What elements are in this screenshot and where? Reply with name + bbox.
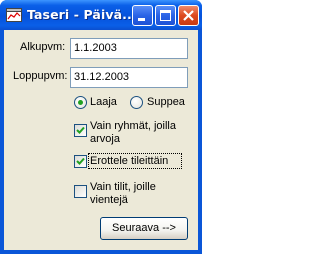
radio-suppea-label[interactable]: Suppea [147,96,185,108]
checkmark-icon [76,126,85,134]
checkbox-label[interactable]: Erottele tileittäin [90,155,168,167]
minimize-button[interactable] [132,5,153,26]
start-date-input[interactable]: 1.1.2003 [70,38,188,59]
dialog-window: Taseri - Päivä... Alkupvm: 1.1.2003 Lopp… [0,0,202,254]
chart-app-icon [6,8,22,22]
radio-suppea[interactable] [130,96,143,109]
close-icon [183,10,194,21]
window-title: Taseri - Päivä... [27,7,137,22]
checkbox-label-line1[interactable]: Vain tilit, joille [90,181,156,193]
next-button[interactable]: Seuraava --> [100,217,188,240]
checkmark-icon [76,157,85,165]
radio-laaja[interactable] [74,96,87,109]
checkbox-label-line2[interactable]: arvoja [90,133,120,145]
maximize-icon [160,10,171,21]
checkbox-only-groups-with-values[interactable] [74,124,87,137]
maximize-button[interactable] [155,5,176,26]
close-button[interactable] [178,5,199,26]
minimize-icon [138,18,145,21]
start-date-label: Alkupvm: [20,41,66,53]
checkbox-label-line1[interactable]: Vain ryhmät, joilla [90,120,176,132]
checkbox-label-line2[interactable]: vientejä [90,194,128,206]
end-date-label: Loppupvm: [13,70,68,82]
dialog-client-area: Alkupvm: 1.1.2003 Loppupvm: 31.12.2003 L… [4,30,198,250]
end-date-input[interactable]: 31.12.2003 [70,67,188,88]
radio-selected-dot [78,100,83,105]
radio-laaja-label[interactable]: Laaja [90,96,117,108]
checkbox-separate-by-account[interactable] [74,155,87,168]
checkbox-only-accounts-with-entries[interactable] [74,185,87,198]
title-bar[interactable]: Taseri - Päivä... [0,0,202,30]
